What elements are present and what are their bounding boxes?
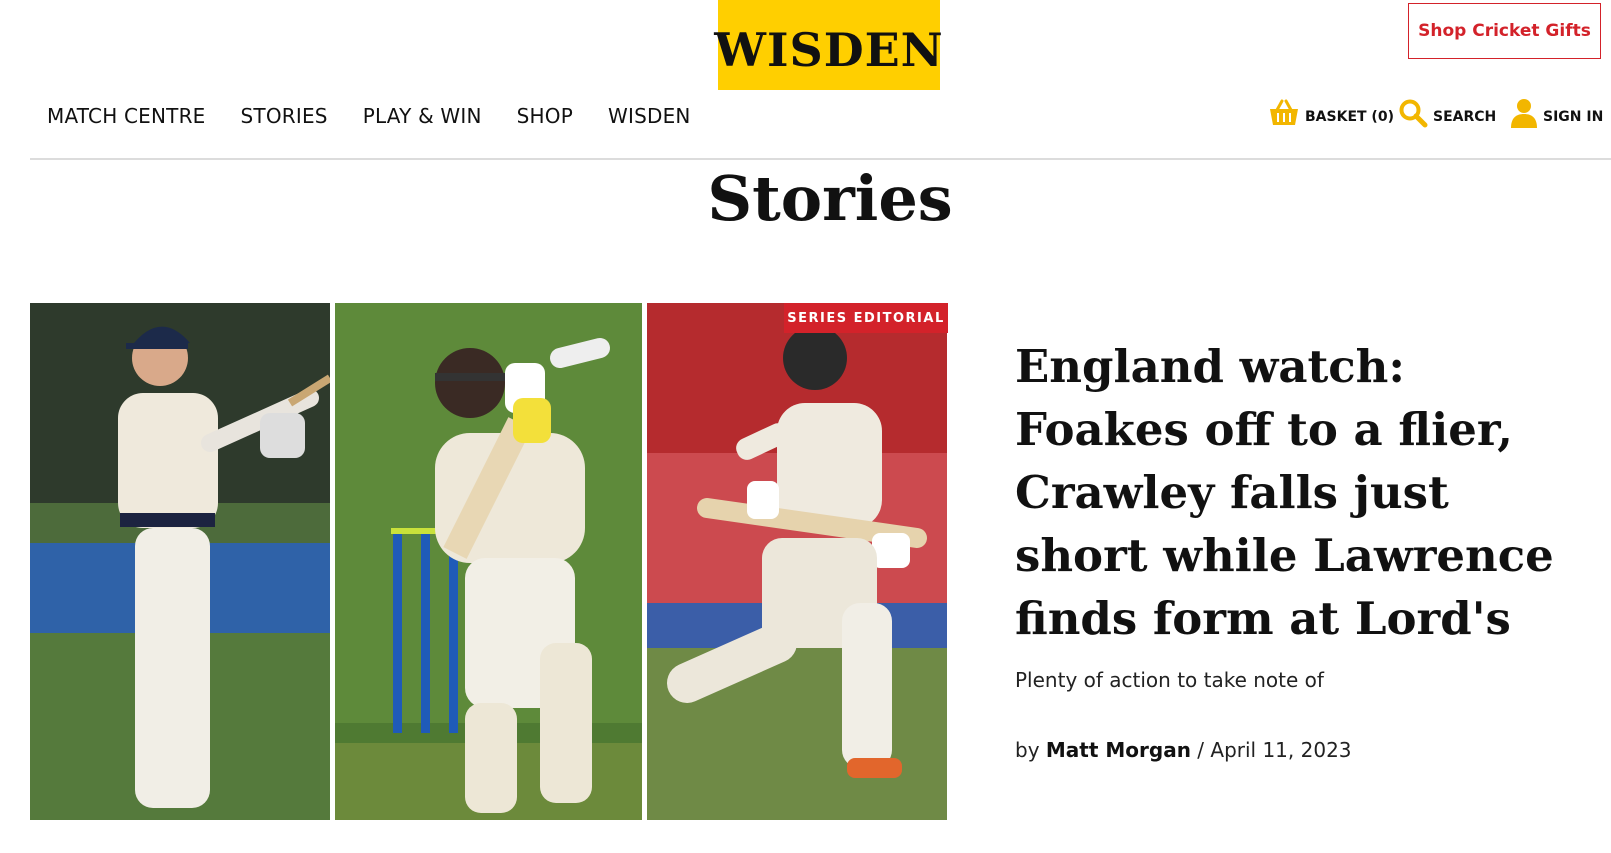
- nav-item-shop[interactable]: SHOP: [517, 104, 573, 128]
- sign-in-link[interactable]: SIGN IN: [1510, 98, 1603, 128]
- main-nav: MATCH CENTRE STORIES PLAY & WIN SHOP WIS…: [47, 104, 691, 128]
- nav-item-match-centre[interactable]: MATCH CENTRE: [47, 104, 206, 128]
- image-panel-middle: [335, 303, 642, 820]
- search-icon: [1398, 98, 1428, 128]
- header-divider: [30, 158, 1611, 160]
- sign-in-label: SIGN IN: [1543, 109, 1604, 125]
- author-link[interactable]: Matt Morgan: [1046, 738, 1191, 762]
- basket-link[interactable]: BASKET (0): [1268, 98, 1394, 128]
- nav-item-play-win[interactable]: PLAY & WIN: [363, 104, 482, 128]
- byline-separator: /: [1190, 738, 1211, 762]
- basket-label: BASKET (0): [1305, 109, 1394, 125]
- nav-item-stories[interactable]: STORIES: [241, 104, 328, 128]
- publish-date: April 11, 2023: [1210, 738, 1352, 762]
- nav-item-wisden[interactable]: WISDEN: [608, 104, 691, 128]
- feature-image[interactable]: [30, 303, 947, 820]
- user-icon: [1510, 98, 1538, 128]
- image-panel-right: [647, 303, 947, 820]
- search-label: SEARCH: [1433, 109, 1497, 125]
- search-link[interactable]: SEARCH: [1398, 98, 1496, 128]
- shop-cricket-gifts-button[interactable]: Shop Cricket Gifts: [1408, 3, 1601, 59]
- image-panel-left: [30, 303, 330, 820]
- series-editorial-badge[interactable]: SERIES EDITORIAL: [784, 303, 948, 333]
- feature-standfirst: Plenty of action to take note of: [1015, 668, 1324, 692]
- feature-byline: by Matt Morgan / April 11, 2023: [1015, 738, 1352, 762]
- byline-prefix: by: [1015, 738, 1040, 762]
- basket-icon: [1268, 98, 1300, 128]
- logo-text: WISDEN: [714, 23, 944, 77]
- wisden-logo[interactable]: WISDEN: [714, 0, 943, 90]
- page-title: Stories: [707, 162, 953, 235]
- feature-headline[interactable]: England watch: Foakes off to a flier, Cr…: [1015, 335, 1575, 650]
